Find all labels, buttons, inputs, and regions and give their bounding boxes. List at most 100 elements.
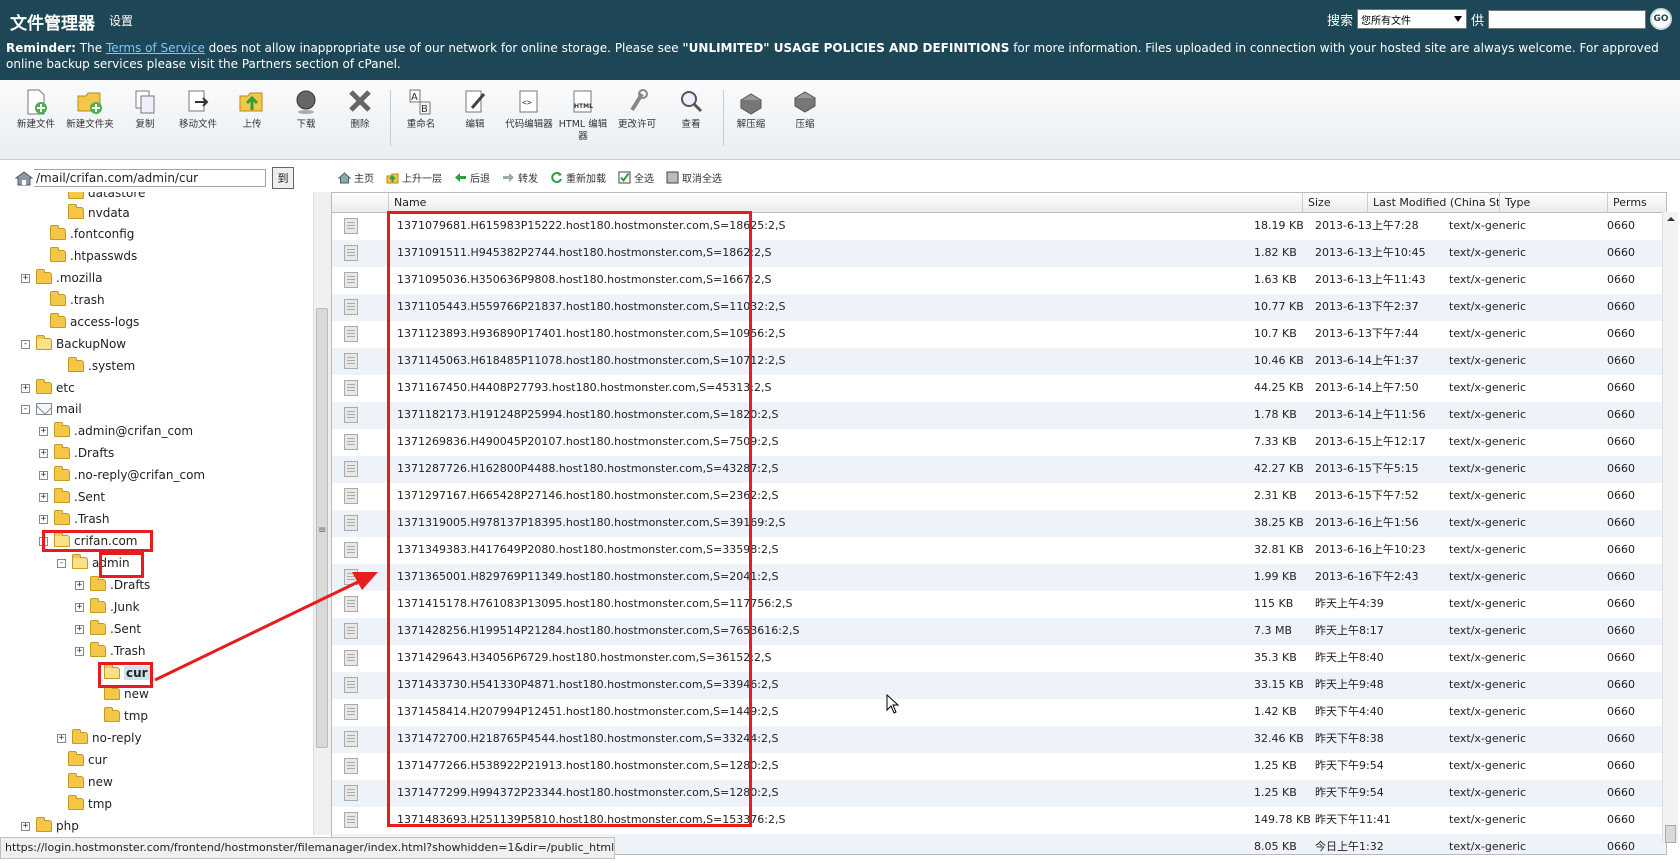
expand-icon[interactable]: + [21,273,30,283]
toolbar-rename-button[interactable]: A B 重命名 [394,88,448,131]
collapse-icon[interactable]: - [39,536,48,546]
table-row[interactable]: 1371319005.H978137P18395.host180.hostmon… [332,510,1666,537]
tree-folder[interactable]: new [68,773,113,791]
terms-of-service-link[interactable]: Terms of Service [106,41,205,55]
tree-folder[interactable]: - mail [21,400,82,418]
collapse-icon[interactable]: - [21,339,30,349]
toolbar-delete-button[interactable]: 删除 [333,88,387,131]
settings-link[interactable]: 设置 [109,12,133,29]
tree-folder[interactable]: new [104,685,149,703]
toolbar-view-button[interactable]: 查看 [664,88,718,131]
table-row[interactable]: 1371091511.H945382P2744.host180.hostmons… [332,240,1666,267]
toolbar-new-file-button[interactable]: 新建文件 [9,88,63,131]
table-row[interactable]: 1371182173.H191248P25994.host180.hostmon… [332,402,1666,429]
tree-folder[interactable]: + .Sent [75,620,141,638]
expand-icon[interactable]: + [39,426,48,436]
toolbar-upload-button[interactable]: 上传 [225,88,279,131]
tree-folder[interactable]: tmp [68,795,112,813]
tree-folder[interactable]: .fontconfig [50,225,134,243]
table-row[interactable]: 1371095036.H350636P9808.host180.hostmons… [332,267,1666,294]
search-input[interactable] [1488,9,1646,29]
tree-folder[interactable]: - crifan.com [39,532,138,550]
tree-folder[interactable]: + .mozilla [21,269,103,287]
tree-folder[interactable]: + .Trash [75,642,146,660]
expand-icon[interactable]: + [39,492,48,502]
table-row[interactable]: 1371428256.H199514P21284.host180.hostmon… [332,618,1666,645]
tree-folder[interactable]: access-logs [50,313,139,331]
table-row[interactable]: 1371123893.H936890P17401.host180.hostmon… [332,321,1666,348]
table-row[interactable]: 1371349383.H417649P2080.host180.hostmons… [332,537,1666,564]
table-row[interactable]: 1371297167.H665428P27146.host180.hostmon… [332,483,1666,510]
tree-folder[interactable]: tmp [104,707,148,725]
table-row[interactable]: 1371145063.H618485P11078.host180.hostmon… [332,348,1666,375]
expand-icon[interactable]: + [21,821,30,831]
expand-icon[interactable]: + [39,470,48,480]
tree-folder[interactable]: + .Junk [75,598,140,616]
expand-icon[interactable]: + [75,580,84,590]
tree-folder[interactable]: + .no-reply@crifan_com [39,466,205,484]
toolbar-extract-button[interactable]: 解压缩 [724,88,778,131]
table-row[interactable]: 1371287726.H162800P4488.host180.hostmons… [332,456,1666,483]
table-row[interactable]: 1371415178.H761083P13095.host180.hostmon… [332,591,1666,618]
table-row[interactable]: 1371079681.H615983P15222.host180.hostmon… [332,213,1666,240]
nav-reload-button[interactable]: 重新加载 [550,170,606,185]
scroll-up-icon[interactable] [1664,212,1678,226]
collapse-icon[interactable]: - [21,404,30,414]
nav-select-all-button[interactable]: 全选 [618,170,654,185]
nav-forward-button[interactable]: 转发 [502,170,538,185]
search-scope-select[interactable]: 您所有文件 [1356,9,1467,29]
tree-folder[interactable]: + etc [21,379,75,397]
toolbar-new-folder-button[interactable]: 新建文件夹 [63,88,117,131]
column-header-name[interactable]: Name [388,193,1302,213]
path-go-button[interactable]: 到 [272,167,294,189]
expand-icon[interactable]: + [39,514,48,524]
toolbar-copy-button[interactable]: 复制 [118,88,172,131]
table-row[interactable]: 1371105443.H559766P21837.host180.hostmon… [332,294,1666,321]
table-row[interactable]: 1371483693.H251139P5810.host180.hostmons… [332,807,1666,834]
table-scroll-thumb[interactable] [1665,825,1676,843]
table-row[interactable]: 1371472700.H218765P4544.host180.hostmons… [332,726,1666,753]
tree-folder[interactable]: - admin [57,554,130,572]
nav-deselect-all-button[interactable]: 取消全选 [666,170,722,185]
table-row[interactable]: 1371458414.H207994P12451.host180.hostmon… [332,699,1666,726]
toolbar-compress-button[interactable]: 压缩 [778,88,832,131]
toolbar-permissions-button[interactable]: 更改许可 [610,88,664,131]
panel-splitter-handle[interactable]: ≡ [318,525,326,536]
collapse-icon[interactable]: - [57,558,66,568]
expand-icon[interactable]: + [75,602,84,612]
tree-folder[interactable]: nvdata [68,204,130,222]
tree-folder[interactable]: + no-reply [57,729,142,747]
nav-up-one-level-button[interactable]: 上升一层 [386,170,442,185]
expand-icon[interactable]: + [75,646,84,656]
nav-home-button[interactable]: 主页 [338,170,374,185]
toolbar-code-editor-button[interactable]: <> 代码编辑器 [502,88,556,131]
table-row[interactable]: 1371269836.H490045P20107.host180.hostmon… [332,429,1666,456]
column-header-perms[interactable]: Perms [1607,193,1666,213]
expand-icon[interactable]: + [21,383,30,393]
expand-icon[interactable]: + [39,448,48,458]
tree-folder[interactable]: + php [21,817,79,835]
table-row[interactable]: 1371167450.H4408P27793.host180.hostmonst… [332,375,1666,402]
tree-scrollbar[interactable] [313,192,331,835]
toolbar-download-button[interactable]: 下载 [279,88,333,131]
tree-folder[interactable]: cur [104,664,150,682]
table-scrollbar[interactable] [1662,212,1678,843]
tree-folder[interactable]: datastore [68,192,145,202]
toolbar-html-editor-button[interactable]: HTML HTML 编辑器 [556,88,610,143]
column-header-size[interactable]: Size [1302,193,1367,213]
tree-folder[interactable]: .htpasswds [50,247,137,265]
table-row[interactable]: 1371429643.H34056P6729.host180.hostmonst… [332,645,1666,672]
table-row[interactable]: 1371365001.H829769P11349.host180.hostmon… [332,564,1666,591]
toolbar-move-button[interactable]: 移动文件 [171,88,225,131]
table-row[interactable]: 1371477266.H538922P21913.host180.hostmon… [332,753,1666,780]
toolbar-edit-button[interactable]: 编辑 [448,88,502,131]
go-button[interactable]: GO [1650,8,1672,30]
path-input[interactable]: /mail/crifan.com/admin/cur [34,169,266,187]
tree-folder[interactable]: .system [68,357,135,375]
tree-folder[interactable]: cur [68,751,107,769]
tree-folder[interactable]: - BackupNow [21,335,126,353]
column-header-modified[interactable]: Last Modified (China Standard Time) [1367,193,1499,213]
tree-folder[interactable]: + .admin@crifan_com [39,422,193,440]
expand-icon[interactable]: + [75,624,84,634]
nav-back-button[interactable]: 后退 [454,170,490,185]
